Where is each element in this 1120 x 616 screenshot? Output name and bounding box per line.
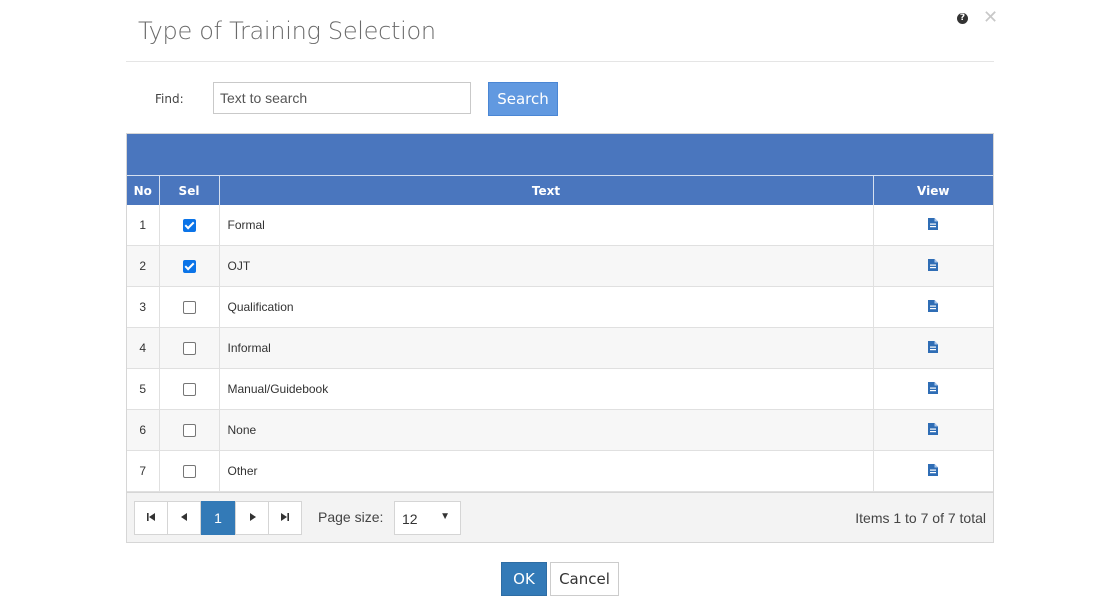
table-header-row: No Sel Text View xyxy=(127,176,993,205)
search-button[interactable]: Search xyxy=(488,82,558,116)
items-info: Items 1 to 7 of 7 total xyxy=(855,510,986,526)
row-select-cell xyxy=(159,245,220,287)
table-row[interactable]: 2 OJT xyxy=(127,245,993,287)
help-icon[interactable]: ? xyxy=(957,13,968,24)
find-label: Find: xyxy=(155,92,184,106)
next-page-icon xyxy=(249,513,256,523)
table-row[interactable]: 6 None xyxy=(127,409,993,451)
row-select-cell xyxy=(159,409,220,451)
ok-button[interactable]: OK xyxy=(501,562,547,596)
row-select-checkbox[interactable] xyxy=(182,383,196,397)
row-view-cell xyxy=(873,245,993,287)
search-input[interactable] xyxy=(213,82,471,114)
row-text: Informal xyxy=(219,327,874,369)
page-size-label: Page size: xyxy=(318,509,384,525)
row-text: Qualification xyxy=(219,286,874,328)
table-row[interactable]: 1 Formal xyxy=(127,205,993,246)
selection-table: No Sel Text View 1 Formal 2 OJT 3 Qualificati… xyxy=(127,176,993,492)
row-select-checkbox[interactable] xyxy=(182,465,196,479)
row-text: Other xyxy=(219,450,874,492)
column-header-sel[interactable]: Sel xyxy=(159,176,220,205)
type-of-training-dialog: Type of Training Selection ? ✕ Find: Sea… xyxy=(126,0,998,616)
row-number: 2 xyxy=(127,245,160,287)
close-icon[interactable]: ✕ xyxy=(983,9,998,27)
row-text: Manual/Guidebook xyxy=(219,368,874,410)
document-icon[interactable] xyxy=(928,258,939,274)
row-select-checkbox[interactable] xyxy=(182,424,196,438)
prev-page-button[interactable] xyxy=(167,501,201,535)
row-number: 3 xyxy=(127,286,160,328)
prev-page-icon xyxy=(180,513,188,523)
row-view-cell xyxy=(873,368,993,410)
header-divider xyxy=(126,61,994,62)
row-text: OJT xyxy=(219,245,874,287)
page-button-current[interactable]: 1 xyxy=(201,501,235,535)
row-view-cell xyxy=(873,286,993,328)
row-number: 4 xyxy=(127,327,160,369)
row-text: None xyxy=(219,409,874,451)
page-size-select[interactable]: 12 ▼ xyxy=(394,501,461,535)
row-select-checkbox[interactable] xyxy=(182,260,196,274)
dialog-title: Type of Training Selection xyxy=(138,17,436,45)
column-header-view[interactable]: View xyxy=(873,176,993,205)
row-select-cell xyxy=(159,205,220,246)
row-view-cell xyxy=(873,450,993,492)
document-icon[interactable] xyxy=(928,217,939,233)
row-view-cell xyxy=(873,205,993,246)
document-icon[interactable] xyxy=(928,299,939,315)
page-size-value: 12 xyxy=(402,511,418,527)
document-icon[interactable] xyxy=(928,340,939,356)
row-number: 6 xyxy=(127,409,160,451)
row-select-cell xyxy=(159,327,220,369)
row-number: 1 xyxy=(127,205,160,246)
document-icon[interactable] xyxy=(928,381,939,397)
dropdown-arrow-icon: ▼ xyxy=(440,511,450,522)
cancel-button[interactable]: Cancel xyxy=(550,562,619,596)
row-number: 7 xyxy=(127,450,160,492)
row-select-checkbox[interactable] xyxy=(182,301,196,315)
document-icon[interactable] xyxy=(928,422,939,438)
row-select-checkbox[interactable] xyxy=(182,342,196,356)
row-select-cell xyxy=(159,368,220,410)
column-header-text[interactable]: Text xyxy=(219,176,874,205)
first-page-icon xyxy=(147,513,155,523)
pager: 1 Page size: 12 ▼ Items 1 to 7 of 7 tota… xyxy=(127,492,993,542)
row-select-checkbox[interactable] xyxy=(182,219,196,233)
column-header-no[interactable]: No xyxy=(127,176,160,205)
row-view-cell xyxy=(873,409,993,451)
table-row[interactable]: 3 Qualification xyxy=(127,286,993,328)
first-page-button[interactable] xyxy=(134,501,168,535)
document-icon[interactable] xyxy=(928,463,939,479)
row-number: 5 xyxy=(127,368,160,410)
last-page-button[interactable] xyxy=(268,501,302,535)
grid-group-header xyxy=(127,134,993,176)
table-row[interactable]: 4 Informal xyxy=(127,327,993,369)
row-select-cell xyxy=(159,450,220,492)
selection-grid: No Sel Text View 1 Formal 2 OJT 3 Qualificati… xyxy=(126,133,994,543)
table-row[interactable]: 5 Manual/Guidebook xyxy=(127,368,993,410)
row-select-cell xyxy=(159,286,220,328)
table-row[interactable]: 7 Other xyxy=(127,450,993,492)
last-page-icon xyxy=(281,513,289,523)
row-text: Formal xyxy=(219,205,874,246)
next-page-button[interactable] xyxy=(235,501,269,535)
row-view-cell xyxy=(873,327,993,369)
